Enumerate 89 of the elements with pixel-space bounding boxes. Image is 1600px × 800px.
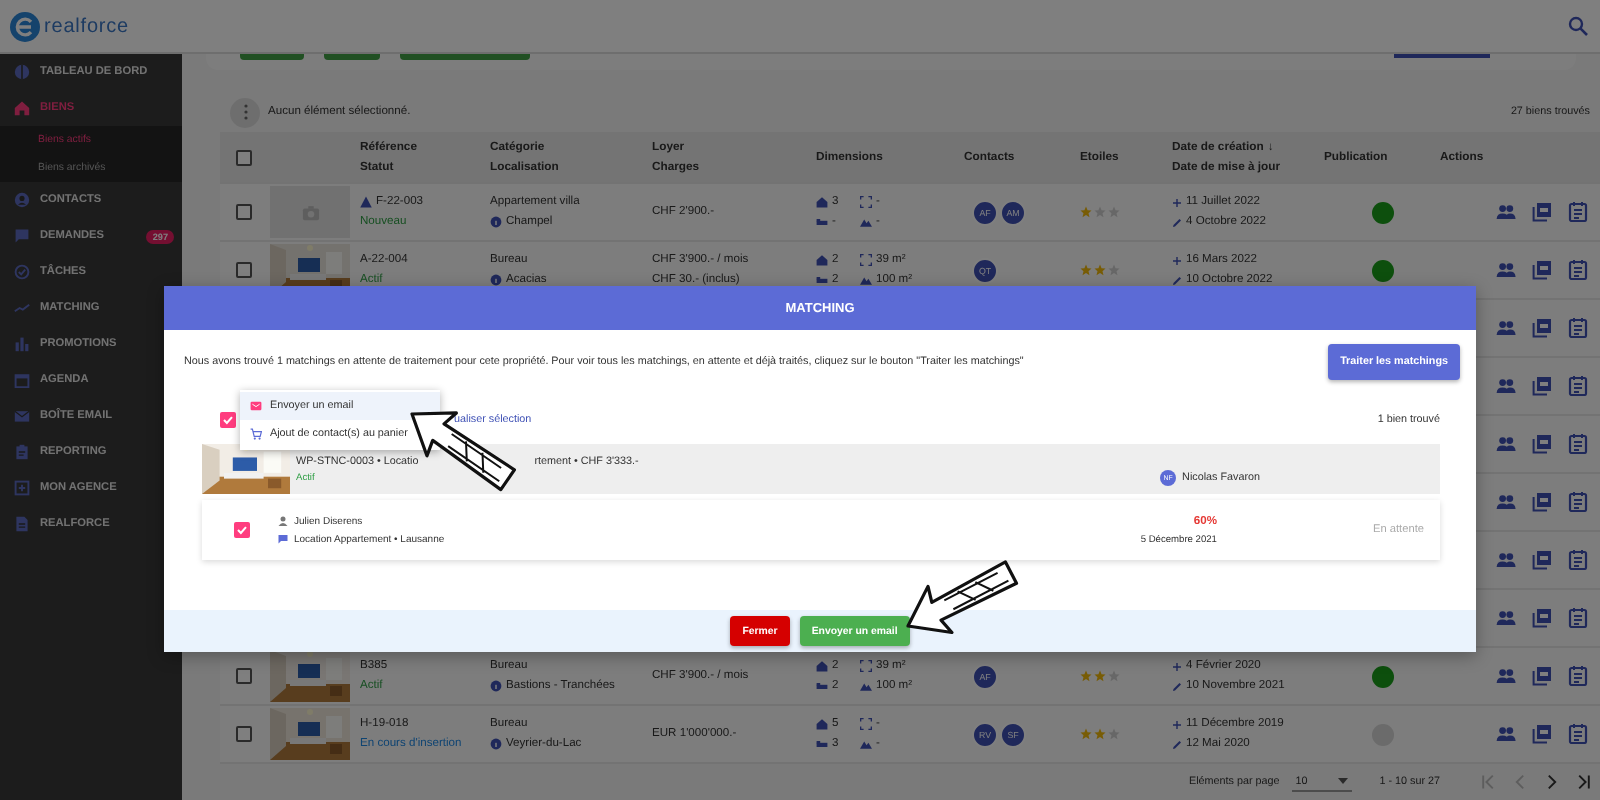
- people-icon[interactable]: [1496, 666, 1516, 686]
- document-icon: [14, 516, 30, 532]
- checkbox[interactable]: [235, 262, 251, 278]
- check-icon: [14, 264, 30, 280]
- logo-text: realforce: [44, 15, 130, 37]
- people-icon[interactable]: [1496, 202, 1516, 222]
- note-icon[interactable]: [1568, 608, 1588, 628]
- dashboard-icon: [14, 64, 30, 80]
- bed-icon: [816, 738, 828, 750]
- plus-square-icon: [14, 480, 30, 496]
- checkbox[interactable]: [235, 204, 251, 220]
- plus-icon: [1172, 197, 1182, 207]
- pdf-icon[interactable]: [1532, 666, 1552, 686]
- note-icon[interactable]: [1568, 666, 1588, 686]
- house-icon: [816, 718, 828, 730]
- last-page-icon[interactable]: [1576, 774, 1592, 790]
- clipboard-icon: [14, 444, 30, 460]
- mail-icon: [14, 408, 30, 424]
- chat-icon: [14, 228, 30, 244]
- note-icon[interactable]: [1568, 550, 1588, 570]
- note-icon[interactable]: [1568, 260, 1588, 280]
- pencil-icon: [1172, 739, 1182, 749]
- pdf-icon[interactable]: [1532, 376, 1552, 396]
- location-icon: [490, 216, 502, 228]
- note-icon[interactable]: [1568, 202, 1588, 222]
- pdf-icon[interactable]: [1532, 492, 1552, 512]
- publication-dot[interactable]: [1371, 259, 1393, 281]
- checkbox[interactable]: [220, 412, 236, 428]
- logo-icon: [10, 11, 40, 41]
- note-icon[interactable]: [1568, 434, 1588, 454]
- checkbox[interactable]: [234, 522, 250, 538]
- note-icon[interactable]: [1568, 724, 1588, 744]
- search-icon[interactable]: [1568, 16, 1588, 36]
- people-icon[interactable]: [1496, 608, 1516, 628]
- expand-icon: [860, 660, 872, 672]
- publication-dot[interactable]: [1371, 665, 1393, 687]
- plus-icon: [1172, 719, 1182, 729]
- bed-icon: [816, 680, 828, 692]
- publication-dot[interactable]: [1371, 201, 1393, 223]
- pdf-icon[interactable]: [1532, 434, 1552, 454]
- person-icon: [278, 516, 288, 526]
- pdf-icon[interactable]: [1532, 550, 1552, 570]
- people-icon[interactable]: [1496, 318, 1516, 338]
- location-icon: [490, 738, 502, 750]
- location-icon: [490, 680, 502, 692]
- note-icon[interactable]: [1568, 376, 1588, 396]
- cart-icon: [250, 428, 262, 440]
- caret-icon: [1337, 778, 1348, 784]
- checkbox[interactable]: [235, 726, 251, 742]
- expand-icon: [860, 196, 872, 208]
- people-icon[interactable]: [1496, 434, 1516, 454]
- expand-icon: [860, 254, 872, 266]
- pdf-icon[interactable]: [1532, 608, 1552, 628]
- pdf-icon[interactable]: [1532, 724, 1552, 744]
- note-icon[interactable]: [1568, 492, 1588, 512]
- plus-icon: [1172, 661, 1182, 671]
- mountain-icon: [860, 738, 872, 750]
- location-icon: [490, 274, 502, 286]
- people-icon[interactable]: [1496, 492, 1516, 512]
- mountain-icon: [860, 680, 872, 692]
- mail-icon: [250, 400, 262, 412]
- expand-icon: [860, 718, 872, 730]
- plus-icon: [1172, 255, 1182, 265]
- house-icon: [14, 100, 30, 116]
- calendar-icon: [14, 372, 30, 388]
- house-icon: [816, 196, 828, 208]
- next-page-icon[interactable]: [1544, 774, 1560, 790]
- pdf-icon[interactable]: [1532, 202, 1552, 222]
- note-icon[interactable]: [1568, 318, 1588, 338]
- trend-icon: [14, 300, 30, 316]
- bed-icon: [816, 274, 828, 286]
- pdf-icon[interactable]: [1532, 318, 1552, 338]
- house-icon: [816, 254, 828, 266]
- person-icon: [14, 192, 30, 208]
- house-icon: [816, 660, 828, 672]
- people-icon[interactable]: [1496, 260, 1516, 280]
- people-icon[interactable]: [1496, 550, 1516, 570]
- pdf-icon[interactable]: [1532, 260, 1552, 280]
- checkbox[interactable]: [235, 668, 251, 684]
- kebab-icon: [239, 104, 251, 120]
- bar-chart-icon: [14, 336, 30, 352]
- people-icon[interactable]: [1496, 724, 1516, 744]
- people-icon[interactable]: [1496, 376, 1516, 396]
- pencil-icon: [1172, 681, 1182, 691]
- bed-icon: [816, 216, 828, 228]
- checkbox[interactable]: [235, 149, 251, 165]
- mountain-icon: [860, 216, 872, 228]
- pencil-icon: [1172, 217, 1182, 227]
- tab-indicator: [1394, 54, 1490, 58]
